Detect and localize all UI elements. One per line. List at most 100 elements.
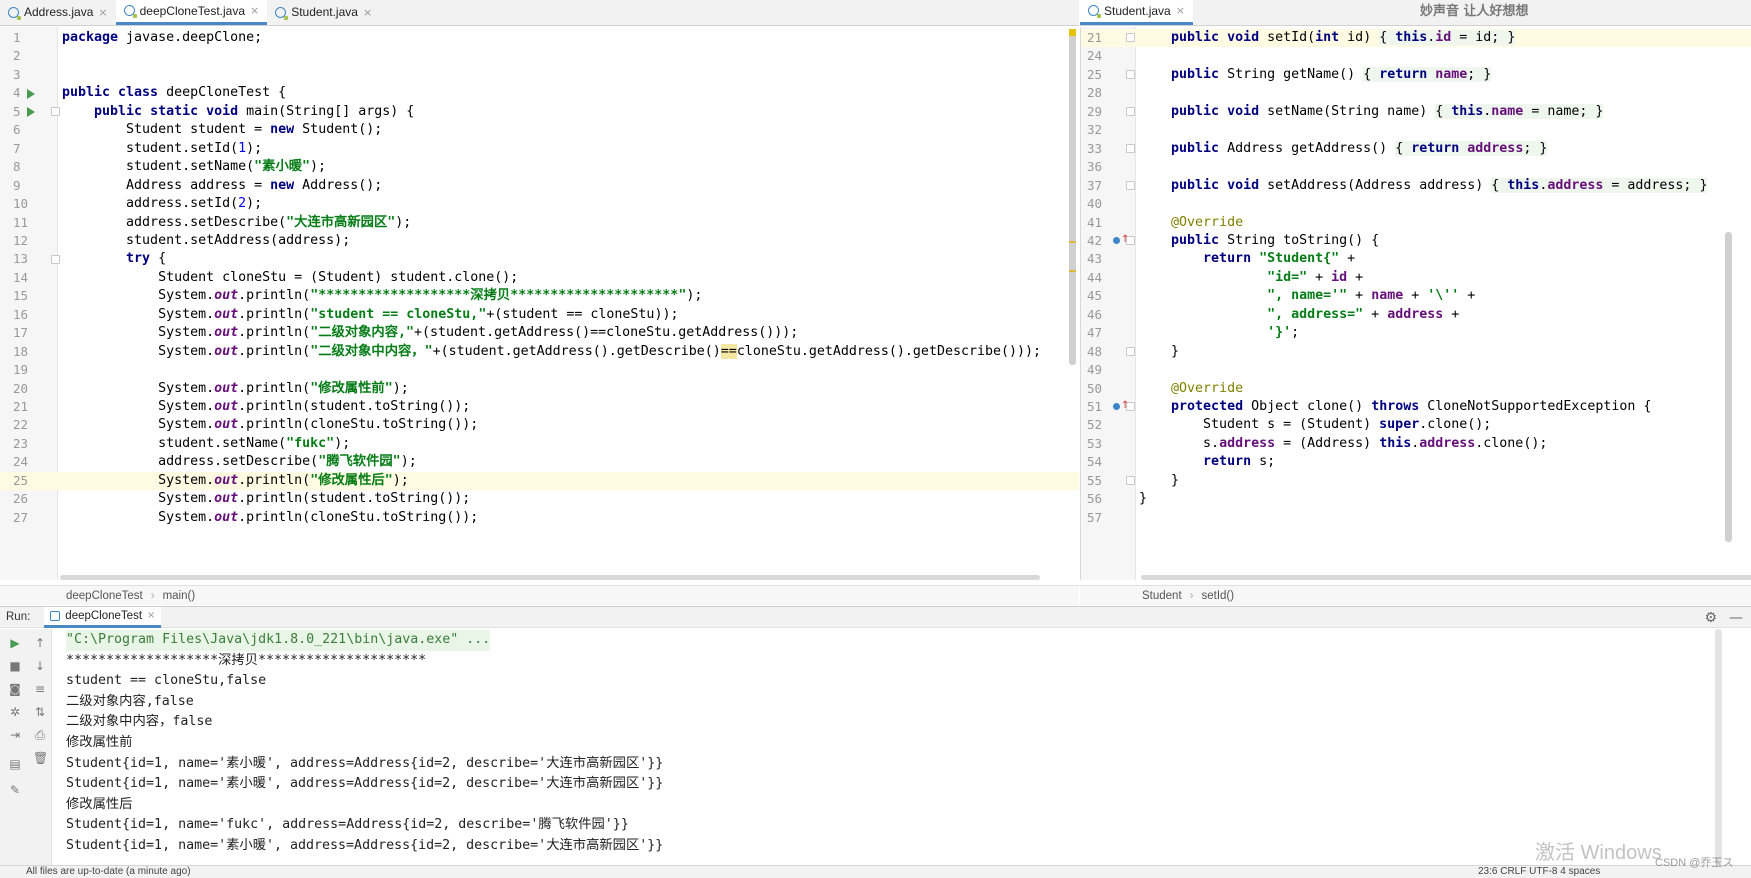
- layout-icon[interactable]: ▤: [8, 757, 22, 771]
- close-tab-icon[interactable]: ×: [1176, 4, 1185, 17]
- override-icon[interactable]: [1113, 403, 1120, 411]
- debug-icon[interactable]: ✲: [8, 705, 22, 719]
- stop-icon[interactable]: ■: [8, 659, 22, 673]
- code-line[interactable]: 19: [0, 361, 1079, 379]
- code-line[interactable]: 25 System.out.println("修改属性后");: [0, 471, 1079, 491]
- left-editor-tab-0[interactable]: Address.java ×: [0, 0, 116, 25]
- code-line[interactable]: 37 public void setAddress(Address addres…: [1081, 177, 1751, 195]
- print-icon[interactable]: ⎙: [33, 728, 47, 742]
- code-line[interactable]: 15 System.out.println("*****************…: [0, 287, 1079, 305]
- fold-icon[interactable]: [1126, 346, 1135, 356]
- code-line[interactable]: 12 student.setAddress(address);: [0, 232, 1079, 250]
- code-line[interactable]: 5 public static void main(String[] args)…: [0, 103, 1079, 121]
- code-line[interactable]: 24 address.setDescribe("腾飞软件园");: [0, 453, 1079, 471]
- code-line[interactable]: 50 @Override: [1081, 380, 1751, 398]
- code-line[interactable]: 33 public Address getAddress() { return …: [1081, 140, 1751, 158]
- up-arrow-icon[interactable]: ↑: [33, 636, 47, 650]
- code-line[interactable]: 42 public String toString() {↑: [1081, 232, 1751, 250]
- breadcrumb-method[interactable]: setId(): [1202, 590, 1235, 602]
- override-icon[interactable]: [1113, 237, 1120, 245]
- code-line[interactable]: 44 "id=" + id +: [1081, 269, 1751, 287]
- code-line[interactable]: 48 }: [1081, 343, 1751, 361]
- sort-icon[interactable]: ⇅: [33, 705, 47, 719]
- wrap-icon[interactable]: ≡: [33, 682, 47, 696]
- code-line[interactable]: 28: [1081, 84, 1751, 102]
- right-editor[interactable]: 21 public void setId(int id) { this.id =…: [1080, 27, 1751, 580]
- code-line[interactable]: 2: [0, 47, 1079, 65]
- camera-icon[interactable]: ◙: [8, 682, 22, 696]
- code-line[interactable]: 27 System.out.println(cloneStu.toString(…: [0, 509, 1079, 527]
- fold-icon[interactable]: [1126, 143, 1135, 153]
- close-icon[interactable]: ×: [147, 610, 155, 621]
- code-line[interactable]: 6 Student student = new Student();: [0, 121, 1079, 139]
- code-line[interactable]: 23 student.setName("fukc");: [0, 435, 1079, 453]
- settings-icon[interactable]: ⚙: [1704, 610, 1717, 626]
- code-line[interactable]: 16 System.out.println("student == cloneS…: [0, 306, 1079, 324]
- fold-icon[interactable]: [51, 254, 60, 264]
- run-gutter-icon[interactable]: [27, 107, 35, 118]
- rerun-icon[interactable]: ▶: [8, 636, 22, 650]
- fold-icon[interactable]: [1126, 180, 1135, 190]
- right-editor-tab-0[interactable]: Student.java ×: [1080, 0, 1193, 25]
- code-line[interactable]: 13 try {: [0, 250, 1079, 268]
- code-line[interactable]: 57: [1081, 509, 1751, 527]
- code-line[interactable]: 14 Student cloneStu = (Student) student.…: [0, 269, 1079, 287]
- breadcrumb-method[interactable]: main(): [163, 590, 196, 602]
- right-horizontal-scrollbar[interactable]: [1141, 575, 1751, 580]
- breadcrumb-class[interactable]: deepCloneTest: [66, 590, 143, 602]
- code-line[interactable]: 26 System.out.println(student.toString()…: [0, 490, 1079, 508]
- code-line[interactable]: 24: [1081, 47, 1751, 65]
- code-line[interactable]: 29 public void setName(String name) { th…: [1081, 103, 1751, 121]
- code-line[interactable]: 22 System.out.println(cloneStu.toString(…: [0, 416, 1079, 434]
- fold-icon[interactable]: [1126, 107, 1135, 117]
- exit-icon[interactable]: ⇥: [8, 728, 22, 742]
- code-line[interactable]: 46 ", address=" + address +: [1081, 306, 1751, 324]
- breadcrumb-class[interactable]: Student: [1142, 590, 1182, 602]
- code-line[interactable]: 11 address.setDescribe("大连市高新园区");: [0, 214, 1079, 232]
- left-editor[interactable]: 1 package javase.deepClone; 2 3 4 public clas…: [0, 27, 1079, 580]
- code-line[interactable]: 4 public class deepCloneTest {: [0, 84, 1079, 102]
- run-console[interactable]: "C:\Program Files\Java\jdk1.8.0_221\bin\…: [53, 629, 1724, 865]
- code-line[interactable]: 1 package javase.deepClone;: [0, 29, 1079, 47]
- code-line[interactable]: 21 public void setId(int id) { this.id =…: [1081, 29, 1751, 48]
- pin-icon[interactable]: ✎: [8, 783, 22, 797]
- code-line[interactable]: 25 public String getName() { return name…: [1081, 66, 1751, 84]
- code-line[interactable]: 51 protected Object clone() throws Clone…: [1081, 398, 1751, 416]
- code-line[interactable]: 43 return "Student{" +: [1081, 250, 1751, 268]
- code-line[interactable]: 36: [1081, 158, 1751, 176]
- code-line[interactable]: 9 Address address = new Address();: [0, 177, 1079, 195]
- left-editor-tab-1[interactable]: deepCloneTest.java ×: [115, 0, 268, 25]
- fold-icon[interactable]: [1126, 476, 1135, 486]
- code-line[interactable]: 53 s.address = (Address) this.address.cl…: [1081, 435, 1751, 453]
- code-line[interactable]: 32: [1081, 121, 1751, 139]
- fold-icon[interactable]: [1126, 33, 1135, 43]
- close-tab-icon[interactable]: ×: [250, 4, 259, 17]
- code-line[interactable]: 47 '}';: [1081, 324, 1751, 342]
- code-line[interactable]: 8 student.setName("素小暖");: [0, 158, 1079, 176]
- left-editor-tab-2[interactable]: Student.java ×: [267, 0, 380, 25]
- code-line[interactable]: 10 address.setId(2);: [0, 195, 1079, 213]
- code-line[interactable]: 54 return s;: [1081, 453, 1751, 471]
- code-line[interactable]: 55 }: [1081, 472, 1751, 490]
- code-line[interactable]: 41 @Override: [1081, 214, 1751, 232]
- code-line[interactable]: 40: [1081, 195, 1751, 213]
- code-line[interactable]: 17 System.out.println("二级对象内容,"+(student…: [0, 324, 1079, 342]
- code-line[interactable]: 56}: [1081, 490, 1751, 508]
- code-line[interactable]: 7 student.setId(1);: [0, 140, 1079, 158]
- fold-icon[interactable]: [51, 107, 60, 117]
- console-vertical-scrollbar[interactable]: [1715, 629, 1722, 865]
- code-line[interactable]: 20 System.out.println("修改属性前");: [0, 380, 1079, 398]
- close-tab-icon[interactable]: ×: [363, 6, 372, 19]
- code-line[interactable]: 3: [0, 66, 1079, 84]
- status-position[interactable]: 23:6 CRLF UTF-8 4 spaces: [1478, 866, 1600, 877]
- code-line[interactable]: 21 System.out.println(student.toString()…: [0, 398, 1079, 416]
- minimize-icon[interactable]: —: [1729, 610, 1743, 626]
- left-horizontal-scrollbar[interactable]: [60, 575, 1040, 580]
- code-line[interactable]: 52 Student s = (Student) super.clone();: [1081, 416, 1751, 434]
- trash-icon[interactable]: 🗑: [33, 751, 48, 765]
- down-arrow-icon[interactable]: ↓: [33, 659, 47, 673]
- code-line[interactable]: 18 System.out.println("二级对象中内容，"+(studen…: [0, 343, 1079, 361]
- code-line[interactable]: 49: [1081, 361, 1751, 379]
- run-gutter-icon[interactable]: [27, 88, 35, 99]
- code-line[interactable]: 45 ", name='" + name + '\'' +: [1081, 287, 1751, 305]
